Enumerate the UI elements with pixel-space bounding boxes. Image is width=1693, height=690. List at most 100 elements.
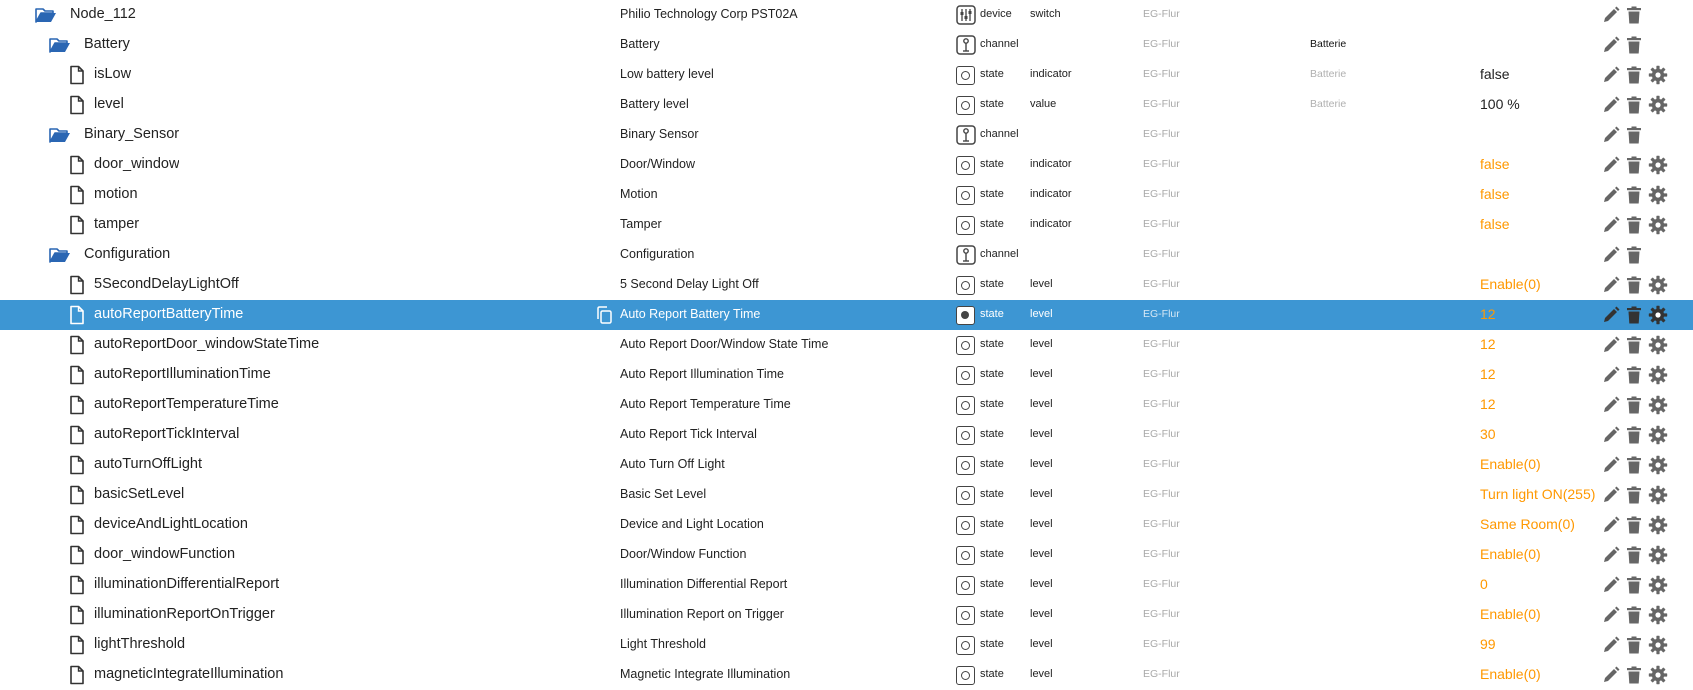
settings-icon[interactable] [1648,665,1668,685]
settings-icon[interactable] [1648,485,1668,505]
tree-state-row[interactable]: door_window Door/Window state indicator EG-F… [0,150,1693,180]
delete-icon[interactable] [1624,485,1644,505]
settings-icon[interactable] [1648,425,1668,445]
tree-state-row[interactable]: illuminationReportOnTrigger Illumination … [0,600,1693,630]
settings-icon[interactable] [1648,335,1668,355]
settings-icon[interactable] [1648,575,1668,595]
state-value[interactable]: false [1480,180,1604,210]
tree-state-row[interactable]: autoReportDoor_windowStateTime Auto Repor… [0,330,1693,360]
delete-icon[interactable] [1624,125,1644,145]
delete-icon[interactable] [1624,65,1644,85]
tree-folder-row[interactable]: Node_112 Philio Technology Corp PST02A dev… [0,0,1693,30]
delete-icon[interactable] [1624,335,1644,355]
edit-icon[interactable] [1601,125,1621,145]
settings-icon[interactable] [1648,545,1668,565]
tree-state-row[interactable]: 5SecondDelayLightOff 5 Second Delay Light… [0,270,1693,300]
edit-icon[interactable] [1601,635,1621,655]
tree-state-row[interactable]: lightThreshold Light Threshold state level E… [0,630,1693,660]
edit-icon[interactable] [1601,65,1621,85]
state-value[interactable]: false [1480,150,1604,180]
settings-icon[interactable] [1648,605,1668,625]
edit-icon[interactable] [1601,605,1621,625]
edit-icon[interactable] [1601,515,1621,535]
edit-icon[interactable] [1601,185,1621,205]
tree-folder-row[interactable]: Battery Battery channel EG-Flur Batterie [0,30,1693,60]
state-value[interactable]: Enable(0) [1480,450,1604,480]
delete-icon[interactable] [1624,605,1644,625]
state-value[interactable]: Enable(0) [1480,540,1604,570]
state-value[interactable]: 30 [1480,420,1604,450]
settings-icon[interactable] [1648,395,1668,415]
edit-icon[interactable] [1601,455,1621,475]
delete-icon[interactable] [1624,665,1644,685]
tree-folder-row[interactable]: Configuration Configuration channel EG-Flur [0,240,1693,270]
settings-icon[interactable] [1648,185,1668,205]
delete-icon[interactable] [1624,5,1644,25]
copy-icon[interactable] [594,305,614,325]
tree-state-row[interactable]: illuminationDifferentialReport Illuminati… [0,570,1693,600]
delete-icon[interactable] [1624,305,1644,325]
state-value[interactable]: 99 [1480,630,1604,660]
tree-state-row[interactable]: autoReportIlluminationTime Auto Report Il… [0,360,1693,390]
delete-icon[interactable] [1624,365,1644,385]
edit-icon[interactable] [1601,665,1621,685]
delete-icon[interactable] [1624,245,1644,265]
state-value[interactable]: false [1480,210,1604,240]
tree-state-row[interactable]: deviceAndLightLocation Device and Light L… [0,510,1693,540]
delete-icon[interactable] [1624,35,1644,55]
settings-icon[interactable] [1648,215,1668,235]
delete-icon[interactable] [1624,635,1644,655]
tree-state-row[interactable]: isLow Low battery level state indicator EG-F… [0,60,1693,90]
settings-icon[interactable] [1648,305,1668,325]
tree-state-row[interactable]: door_windowFunction Door/Window Function s… [0,540,1693,570]
delete-icon[interactable] [1624,155,1644,175]
edit-icon[interactable] [1601,275,1621,295]
tree-folder-row[interactable]: Binary_Sensor Binary Sensor channel EG-Flur [0,120,1693,150]
edit-icon[interactable] [1601,545,1621,565]
settings-icon[interactable] [1648,635,1668,655]
settings-icon[interactable] [1648,155,1668,175]
tree-state-row[interactable]: autoReportBatteryTime Auto Report Battery… [0,300,1693,330]
edit-icon[interactable] [1601,485,1621,505]
edit-icon[interactable] [1601,245,1621,265]
delete-icon[interactable] [1624,275,1644,295]
state-value[interactable]: 12 [1480,300,1604,330]
edit-icon[interactable] [1601,5,1621,25]
tree-state-row[interactable]: level Battery level state value EG-Flur Batte… [0,90,1693,120]
edit-icon[interactable] [1601,95,1621,115]
delete-icon[interactable] [1624,545,1644,565]
tree-state-row[interactable]: autoReportTickInterval Auto Report Tick I… [0,420,1693,450]
delete-icon[interactable] [1624,185,1644,205]
delete-icon[interactable] [1624,215,1644,235]
edit-icon[interactable] [1601,35,1621,55]
state-value[interactable]: 12 [1480,390,1604,420]
settings-icon[interactable] [1648,455,1668,475]
state-value[interactable]: 100 % [1480,90,1604,120]
settings-icon[interactable] [1648,365,1668,385]
edit-icon[interactable] [1601,395,1621,415]
delete-icon[interactable] [1624,425,1644,445]
delete-icon[interactable] [1624,395,1644,415]
delete-icon[interactable] [1624,575,1644,595]
tree-state-row[interactable]: autoTurnOffLight Auto Turn Off Light state… [0,450,1693,480]
settings-icon[interactable] [1648,275,1668,295]
settings-icon[interactable] [1648,65,1668,85]
state-value[interactable]: Enable(0) [1480,600,1604,630]
edit-icon[interactable] [1601,305,1621,325]
state-value[interactable]: Enable(0) [1480,660,1604,690]
edit-icon[interactable] [1601,425,1621,445]
tree-state-row[interactable]: autoReportTemperatureTime Auto Report Tem… [0,390,1693,420]
edit-icon[interactable] [1601,365,1621,385]
settings-icon[interactable] [1648,515,1668,535]
tree-state-row[interactable]: tamper Tamper state indicator EG-Flur false [0,210,1693,240]
tree-state-row[interactable]: basicSetLevel Basic Set Level state level EG… [0,480,1693,510]
delete-icon[interactable] [1624,515,1644,535]
tree-state-row[interactable]: motion Motion state indicator EG-Flur false [0,180,1693,210]
state-value[interactable]: 12 [1480,330,1604,360]
state-value[interactable]: Turn light ON(255) [1480,480,1604,510]
state-value[interactable]: false [1480,60,1604,90]
delete-icon[interactable] [1624,95,1644,115]
edit-icon[interactable] [1601,335,1621,355]
state-value[interactable]: 0 [1480,570,1604,600]
edit-icon[interactable] [1601,575,1621,595]
